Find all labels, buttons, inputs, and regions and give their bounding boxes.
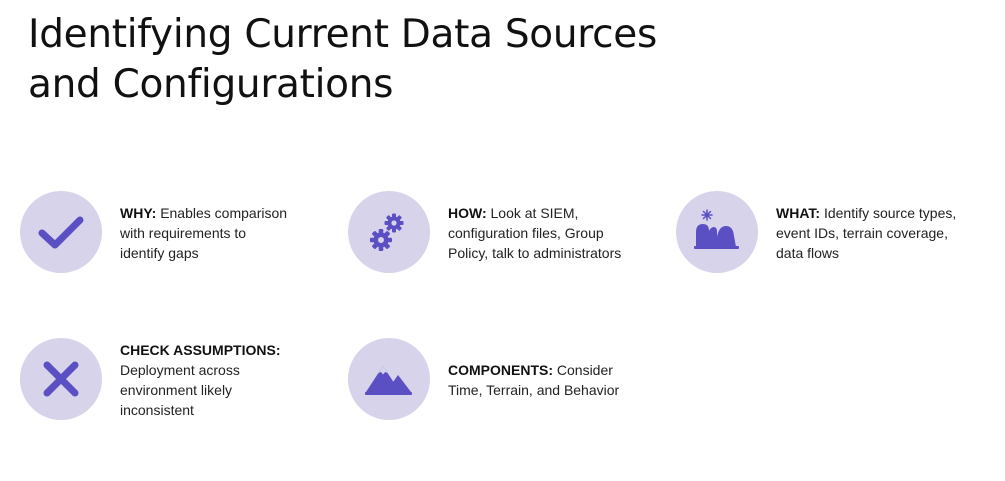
what-label: WHAT:	[776, 205, 821, 221]
how-line-2: configuration files, Group	[448, 225, 604, 241]
title-line-2: and Configurations	[28, 62, 394, 107]
x-mark-icon	[43, 361, 79, 397]
how-icon-circle	[348, 191, 430, 273]
why-line-1: Enables comparison	[160, 205, 288, 221]
check-assumptions-text: CHECK ASSUMPTIONS: Deployment across env…	[120, 340, 281, 420]
why-line-3: identify gaps	[120, 245, 199, 261]
components-item: COMPONENTS: Consider Time, Terrain, and …	[348, 338, 668, 422]
why-text: WHY: Enables comparison with requirement…	[120, 203, 287, 263]
what-text: WHAT: Identify source types, event IDs, …	[776, 203, 956, 263]
terrain-icon	[694, 209, 739, 249]
how-line-1: Look at SIEM,	[490, 205, 579, 221]
components-icon-circle	[348, 338, 430, 420]
how-item: HOW: Look at SIEM, configuration files, …	[348, 191, 668, 275]
check-assumptions-line-3: inconsistent	[120, 402, 194, 418]
slide: { "title": { "line1": "Identifying Curre…	[0, 0, 1005, 481]
page-title: Identifying Current Data Sources and Con…	[28, 10, 748, 110]
why-icon-circle	[20, 191, 102, 273]
check-assumptions-label: CHECK ASSUMPTIONS:	[120, 342, 281, 358]
title-line-1: Identifying Current Data Sources	[28, 12, 657, 57]
why-label: WHY:	[120, 205, 157, 221]
check-assumptions-item: CHECK ASSUMPTIONS: Deployment across env…	[20, 338, 340, 422]
check-assumptions-icon-circle	[20, 338, 102, 420]
how-label: HOW:	[448, 205, 487, 221]
what-icon-circle	[676, 191, 758, 273]
check-assumptions-line-2: environment likely	[120, 382, 233, 398]
what-line-2: event IDs, terrain coverage,	[776, 225, 948, 241]
gears-icon	[370, 213, 404, 251]
components-label: COMPONENTS:	[448, 362, 553, 378]
check-assumptions-line-1: Deployment across	[120, 362, 240, 378]
what-line-3: data flows	[776, 245, 840, 261]
how-line-3: Policy, talk to administrators	[448, 245, 622, 261]
what-item: WHAT: Identify source types, event IDs, …	[676, 191, 996, 275]
components-line-2: Time, Terrain, and Behavior	[448, 382, 620, 398]
why-item: WHY: Enables comparison with requirement…	[20, 191, 340, 275]
how-text: HOW: Look at SIEM, configuration files, …	[448, 203, 621, 263]
what-line-1: Identify source types,	[823, 205, 957, 221]
components-text: COMPONENTS: Consider Time, Terrain, and …	[448, 360, 619, 400]
checkmark-icon	[38, 216, 84, 249]
why-line-2: with requirements to	[120, 225, 247, 241]
mountains-icon	[365, 366, 412, 395]
components-line-1: Consider	[556, 362, 613, 378]
